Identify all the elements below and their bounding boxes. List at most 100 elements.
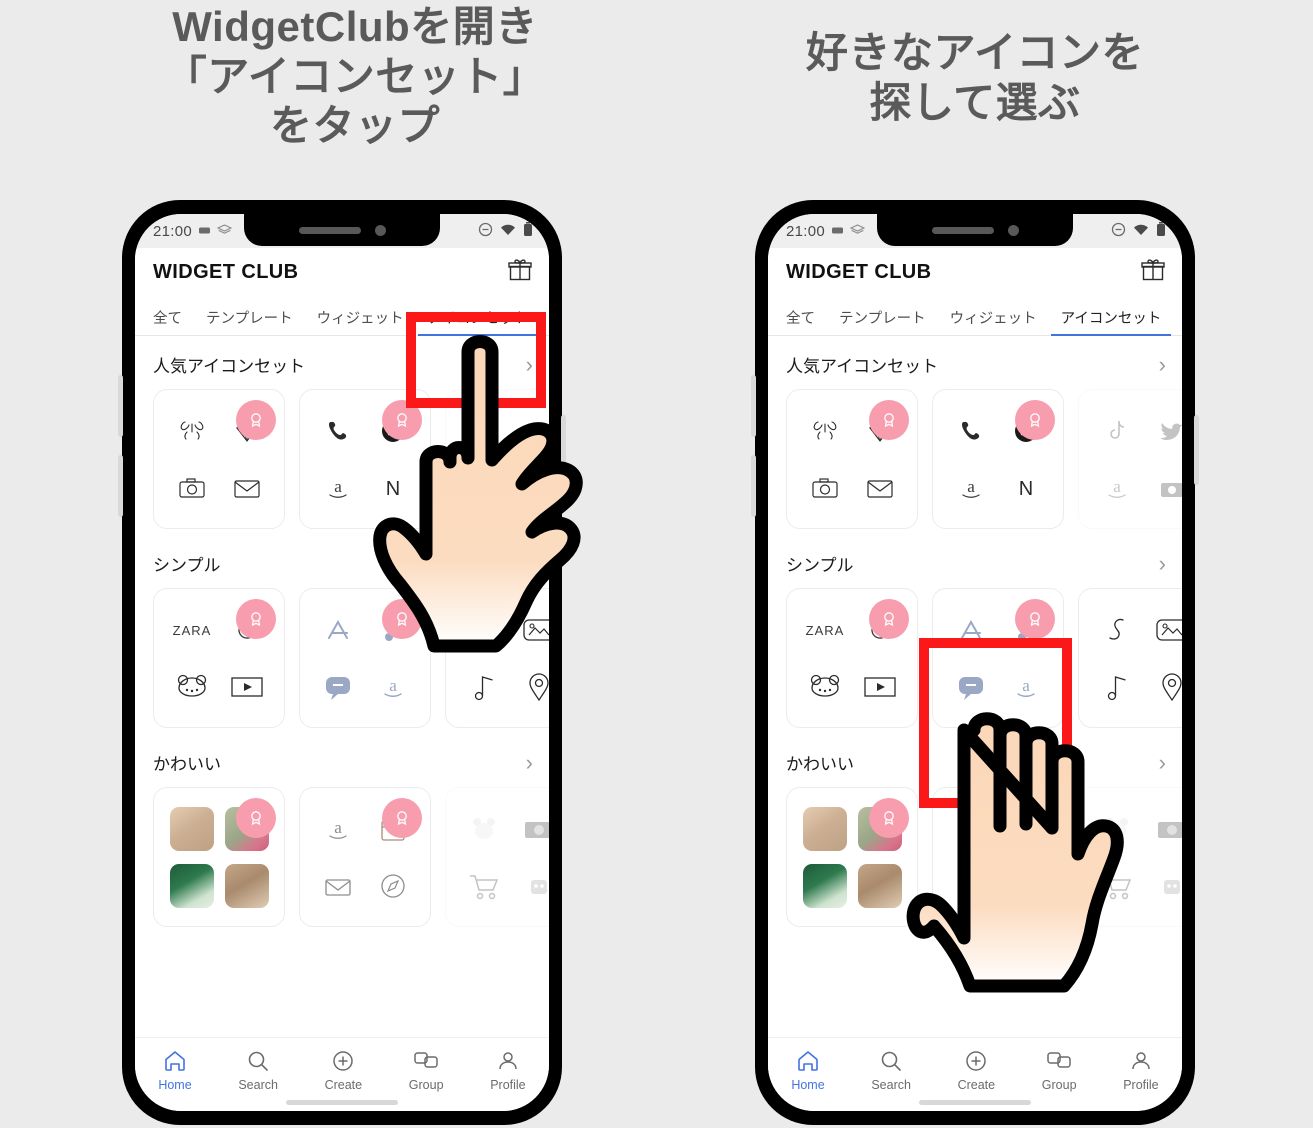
tutorial-screenshot: WidgetClubを開き 「アイコンセット」 をタップ 好きなアイコンを 探し… xyxy=(0,0,1313,1128)
premium-badge xyxy=(236,400,276,440)
zara-icon: ZARA xyxy=(802,607,848,653)
nav-label: Group xyxy=(408,1077,444,1092)
camera-icon xyxy=(169,465,215,511)
volume-up-button[interactable] xyxy=(118,375,123,437)
camera-retro-icon xyxy=(516,806,549,852)
pointing-hand-cursor-left xyxy=(373,335,583,653)
app-header: WIDGET CLUB xyxy=(135,248,549,296)
icon-set-card[interactable]: a N xyxy=(932,389,1064,529)
icon-set-row[interactable]: a N a xyxy=(768,389,1182,529)
app-header: WIDGET CLUB xyxy=(768,248,1182,296)
maps-pin-icon xyxy=(516,664,550,710)
notification-icon xyxy=(831,223,844,239)
earpiece-speaker xyxy=(931,226,994,234)
nav-label: Create xyxy=(324,1077,363,1092)
messages-icon xyxy=(315,664,361,710)
nav-label: Group xyxy=(1041,1077,1077,1092)
status-time: 21:00 xyxy=(153,222,193,240)
chevron-right-icon[interactable]: › xyxy=(1159,552,1166,575)
caption-step-2: 好きなアイコンを 探して選ぶ xyxy=(806,29,1144,126)
icon-set-card[interactable] xyxy=(153,389,285,529)
nav-item-profile[interactable]: Profile xyxy=(1123,1048,1159,1092)
icon-set-card[interactable]: a xyxy=(299,787,431,927)
phone-curve-icon xyxy=(1094,607,1140,653)
section-title: シンプル xyxy=(786,556,854,575)
tab-template[interactable]: テンプレート xyxy=(194,307,305,335)
pointing-hand-cursor-right xyxy=(906,712,1124,993)
section-title: かわいい xyxy=(786,755,854,774)
amazon-icon: a xyxy=(1094,465,1140,511)
section-title: かわいい xyxy=(153,755,221,774)
mail-icon xyxy=(315,863,361,909)
notch xyxy=(244,214,440,246)
amazon-icon: a xyxy=(315,465,361,511)
svg-text:a: a xyxy=(1022,676,1030,695)
power-button[interactable] xyxy=(1194,415,1199,485)
zara-icon: ZARA xyxy=(169,607,215,653)
icon-set-card[interactable]: a xyxy=(1078,389,1182,529)
butterfly-icon xyxy=(169,408,215,454)
phone-icon xyxy=(948,408,994,454)
app-title: WIDGET CLUB xyxy=(786,260,932,283)
tab-all[interactable]: 全て xyxy=(141,307,194,335)
section-title: シンプル xyxy=(153,556,221,575)
premium-badge xyxy=(382,798,422,838)
chevron-right-icon[interactable]: › xyxy=(526,751,533,774)
layers-icon xyxy=(849,223,866,239)
section-title: 人気アイコンセット xyxy=(786,357,939,376)
icon-set-card[interactable] xyxy=(445,787,549,927)
nav-label: Profile xyxy=(1123,1077,1159,1092)
tab-all[interactable]: 全て xyxy=(774,307,827,335)
nav-item-search[interactable]: Search xyxy=(238,1048,278,1092)
gift-icon[interactable] xyxy=(1140,257,1166,288)
svg-text:a: a xyxy=(334,818,342,837)
photos-icon xyxy=(1149,607,1182,653)
volume-down-button[interactable] xyxy=(118,455,123,517)
butterfly-icon xyxy=(802,408,848,454)
tab-template[interactable]: テンプレート xyxy=(827,307,938,335)
icon-set-card[interactable]: ZARA xyxy=(786,588,918,728)
bear-icon xyxy=(169,664,215,710)
nav-item-home[interactable]: Home xyxy=(158,1048,192,1092)
tab-widget[interactable]: ウィジェット xyxy=(938,307,1049,335)
photo-teddy xyxy=(802,806,848,852)
amazon-icon: a xyxy=(948,465,994,511)
svg-text:a: a xyxy=(967,477,975,496)
gift-icon[interactable] xyxy=(507,257,533,288)
nav-label: Search xyxy=(238,1077,278,1092)
do-not-disturb-icon xyxy=(1111,222,1126,240)
volume-down-button[interactable] xyxy=(751,455,756,517)
nav-label: Profile xyxy=(490,1077,526,1092)
icon-set-card[interactable] xyxy=(786,389,918,529)
icon-set-card[interactable] xyxy=(786,787,918,927)
music-note-icon xyxy=(461,664,507,710)
icon-set-card[interactable]: ZARA xyxy=(153,588,285,728)
icon-set-row[interactable]: a xyxy=(135,787,549,927)
nav-item-profile[interactable]: Profile xyxy=(490,1048,526,1092)
volume-up-button[interactable] xyxy=(751,375,756,437)
nav-label: Create xyxy=(957,1077,996,1092)
photo-teddy xyxy=(169,806,215,852)
nav-item-create[interactable]: Create xyxy=(324,1048,363,1092)
netflix-icon: N xyxy=(1003,465,1049,511)
nav-item-group[interactable]: Group xyxy=(1042,1048,1077,1092)
front-camera xyxy=(374,224,386,236)
svg-text:N: N xyxy=(1018,478,1032,500)
nav-item-group[interactable]: Group xyxy=(409,1048,444,1092)
wifi-icon xyxy=(1133,223,1149,239)
nav-label: Search xyxy=(871,1077,911,1092)
nav-item-home[interactable]: Home xyxy=(791,1048,825,1092)
section-title: 人気アイコンセット xyxy=(153,357,306,376)
svg-text:ZARA: ZARA xyxy=(172,623,211,638)
mail-icon xyxy=(224,465,270,511)
appstore-icon xyxy=(948,607,994,653)
bear-icon xyxy=(802,664,848,710)
nav-item-search[interactable]: Search xyxy=(871,1048,911,1092)
icon-set-card[interactable] xyxy=(153,787,285,927)
chevron-right-icon[interactable]: › xyxy=(1159,353,1166,376)
nav-item-create[interactable]: Create xyxy=(957,1048,996,1092)
safari-icon xyxy=(370,863,416,909)
robot-icon xyxy=(516,863,550,909)
tab-icon-set[interactable]: アイコンセット xyxy=(1049,307,1174,336)
section-popular-icon-sets: 人気アイコンセット › xyxy=(768,336,1182,535)
